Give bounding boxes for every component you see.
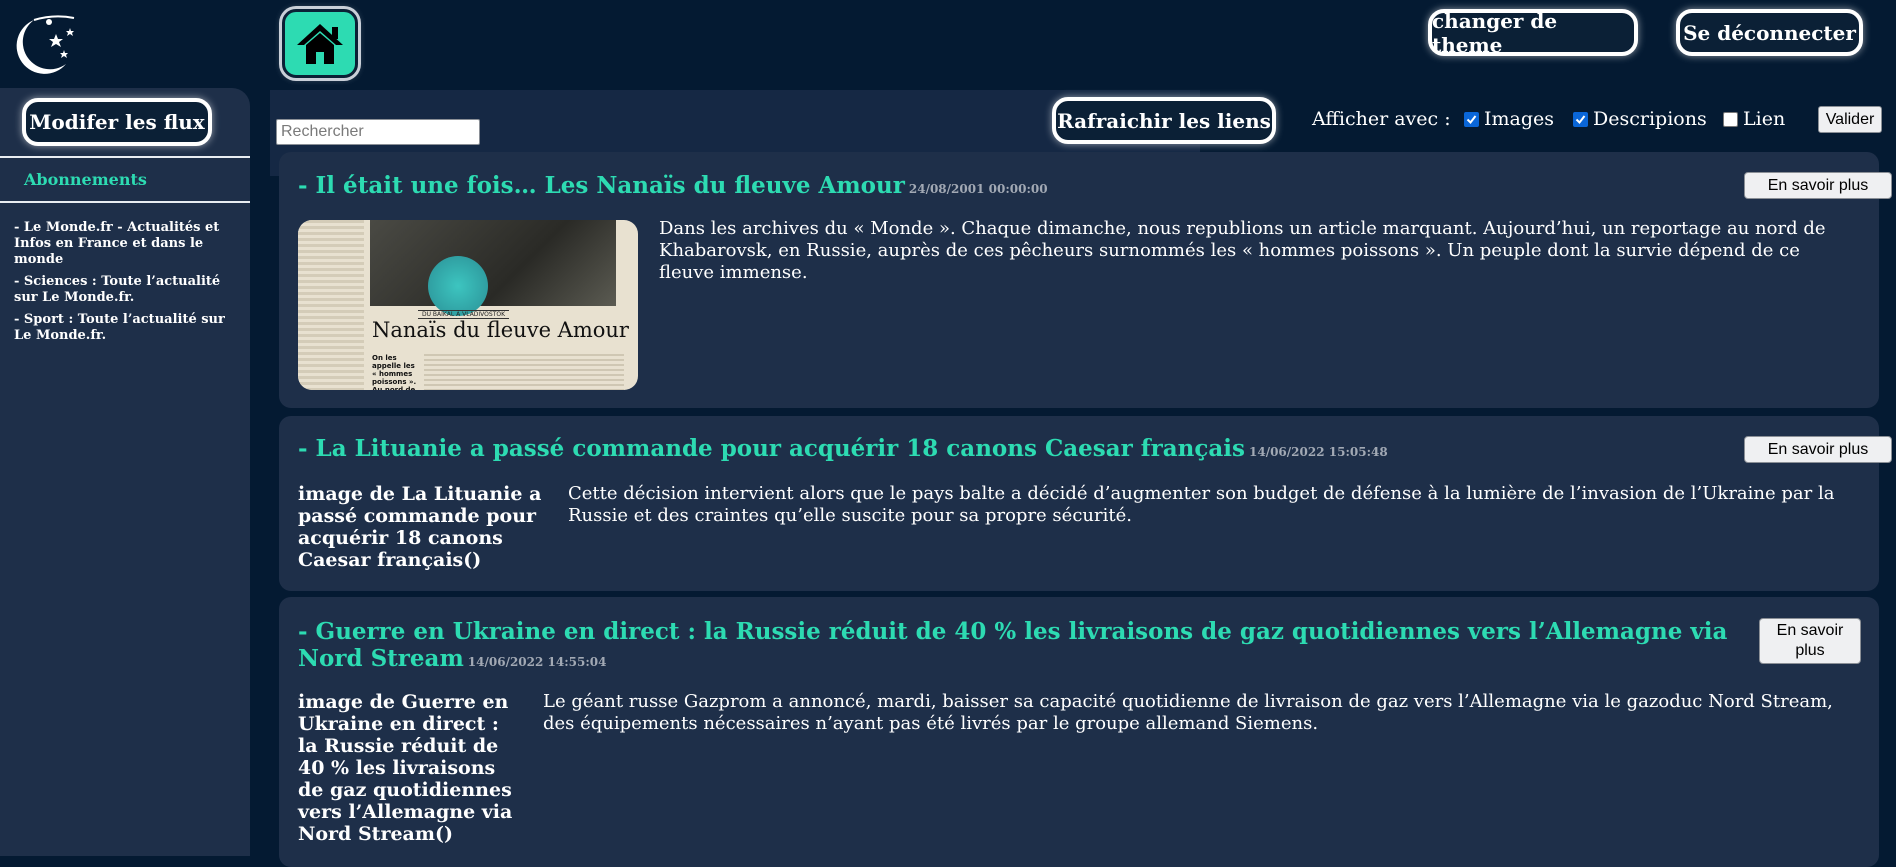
article-title[interactable]: - Il était une fois… Les Nanaïs du fleuv… bbox=[298, 172, 1048, 203]
sidebar: Modifer les flux Abonnements - Le Monde.… bbox=[0, 88, 250, 856]
article-image[interactable]: DU BAÏKAL À VLADIVOSTOK Nanaïs du fleuve… bbox=[298, 220, 638, 390]
image-alt-text: image de Guerre en Ukraine en direct : l… bbox=[298, 691, 513, 845]
image-headline: Nanaïs du fleuve Amour bbox=[372, 318, 629, 342]
sidebar-item-sciences[interactable]: - Sciences : Toute l’actualité sur Le Mo… bbox=[14, 274, 244, 306]
descriptions-checkbox[interactable]: Descripions bbox=[1573, 108, 1707, 130]
moon-stars-logo-icon bbox=[4, 6, 82, 78]
article-description: Dans les archives du « Monde ». Chaque d… bbox=[659, 218, 1826, 283]
newspaper-photo bbox=[370, 220, 616, 306]
text-columns bbox=[424, 354, 624, 390]
read-more-button[interactable]: En savoir plus bbox=[1744, 436, 1892, 463]
edit-feeds-button[interactable]: Modifer les flux bbox=[22, 98, 212, 146]
article-description: Cette décision intervient alors que le p… bbox=[568, 483, 1835, 526]
article-title[interactable]: - Guerre en Ukraine en direct : la Russi… bbox=[298, 618, 1738, 676]
descriptions-checkbox-label: Descripions bbox=[1593, 108, 1707, 130]
display-options-label: Afficher avec : bbox=[1312, 108, 1451, 130]
text-columns bbox=[298, 220, 364, 390]
sidebar-divider bbox=[0, 156, 250, 158]
images-checkbox-label: Images bbox=[1484, 108, 1555, 130]
article-card: - Il était une fois… Les Nanaïs du fleuv… bbox=[279, 152, 1892, 408]
sidebar-item-lemonde[interactable]: - Le Monde.fr - Actualités et Infos en F… bbox=[14, 220, 244, 268]
article-date: 14/06/2022 15:05:48 bbox=[1249, 445, 1388, 459]
image-caption: On les appelle les « hommes poissons ». … bbox=[372, 354, 417, 390]
feed-list: - Le Monde.fr - Actualités et Infos en F… bbox=[14, 220, 244, 350]
change-theme-button[interactable]: changer de theme bbox=[1428, 9, 1638, 57]
validate-button[interactable]: Valider bbox=[1818, 106, 1882, 133]
home-button[interactable] bbox=[282, 9, 358, 78]
article-date: 14/06/2022 14:55:04 bbox=[467, 655, 607, 669]
refresh-links-button[interactable]: Rafraichir les liens bbox=[1052, 97, 1276, 144]
link-checkbox-label: Lien bbox=[1743, 108, 1786, 130]
article-title[interactable]: - La Lituanie a passé commande pour acqu… bbox=[298, 435, 1388, 466]
checkbox-icon bbox=[1573, 111, 1588, 127]
sidebar-divider bbox=[0, 201, 250, 203]
article-card: - La Lituanie a passé commande pour acqu… bbox=[279, 416, 1892, 591]
checkbox-icon bbox=[1464, 111, 1479, 127]
home-icon bbox=[297, 23, 343, 64]
images-checkbox[interactable]: Images bbox=[1464, 108, 1554, 130]
article-card: - Guerre en Ukraine en direct : la Russi… bbox=[279, 597, 1879, 867]
image-alt-text: image de La Lituanie a passé commande po… bbox=[298, 483, 542, 571]
article-date: 24/08/2001 00:00:00 bbox=[908, 182, 1048, 196]
sidebar-item-sport[interactable]: - Sport : Toute l’actualité sur Le Monde… bbox=[14, 312, 244, 344]
link-checkbox[interactable]: Lien bbox=[1723, 108, 1785, 130]
read-more-button[interactable]: En savoir plus bbox=[1744, 172, 1892, 199]
checkbox-icon bbox=[1723, 111, 1738, 127]
article-description: Le géant russe Gazprom a annoncé, mardi,… bbox=[543, 691, 1833, 734]
logout-button[interactable]: Se déconnecter bbox=[1676, 9, 1863, 56]
highlight-circle bbox=[428, 256, 488, 316]
subscriptions-title: Abonnements bbox=[24, 170, 147, 189]
read-more-button[interactable]: En savoir plus bbox=[1759, 618, 1861, 664]
search-input[interactable] bbox=[276, 119, 480, 145]
